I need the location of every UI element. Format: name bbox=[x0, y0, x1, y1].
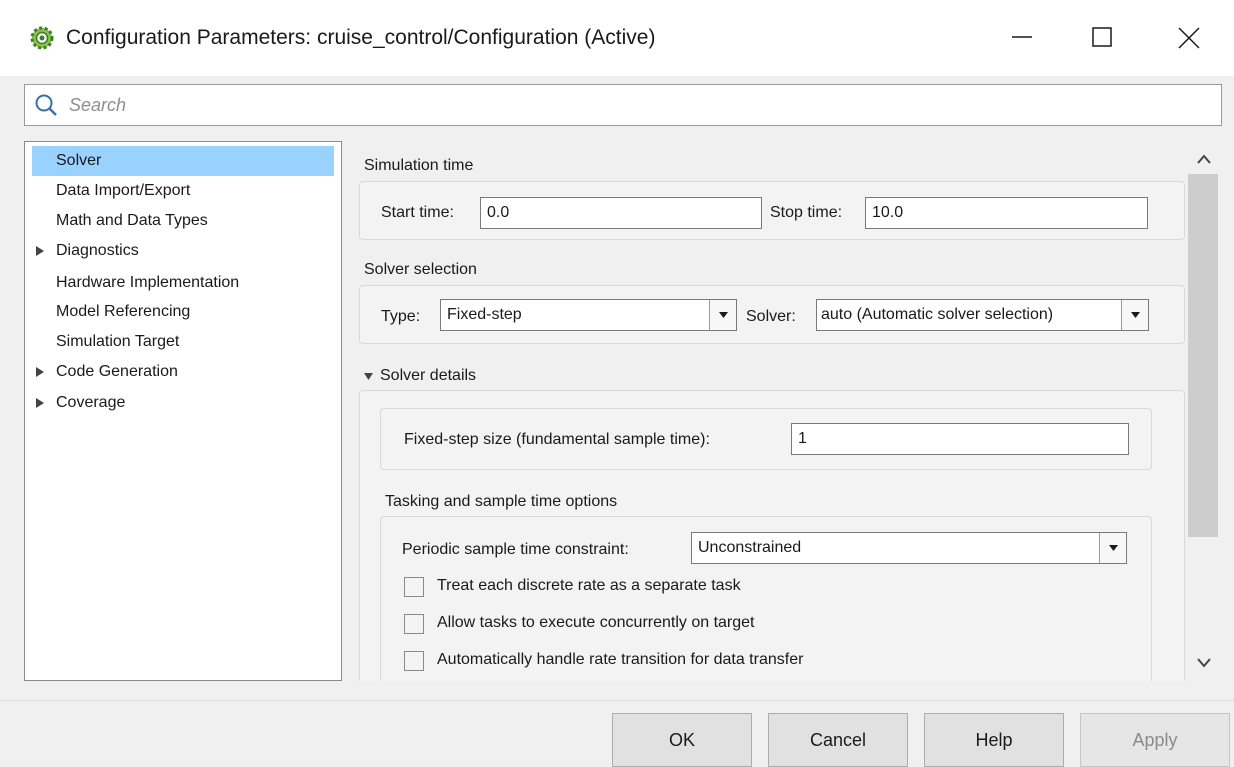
cancel-button[interactable]: Cancel bbox=[768, 713, 908, 767]
help-button[interactable]: Help bbox=[924, 713, 1064, 767]
checkbox-label: Automatically handle rate transition for… bbox=[437, 651, 804, 668]
solver-details-panel: Fixed-step size (fundamental sample time… bbox=[359, 390, 1185, 681]
checkbox-separate-task[interactable] bbox=[404, 577, 424, 597]
fixed-step-size-label: Fixed-step size (fundamental sample time… bbox=[404, 431, 710, 448]
expand-arrow-icon[interactable] bbox=[36, 367, 44, 377]
search-icon bbox=[34, 93, 58, 122]
tree-item-label: Model Referencing bbox=[56, 303, 191, 320]
gear-icon bbox=[30, 26, 54, 50]
window-title: Configuration Parameters: cruise_control… bbox=[66, 26, 656, 49]
periodic-constraint-dropdown[interactable]: Unconstrained bbox=[691, 532, 1127, 564]
solver-details-heading: Solver details bbox=[380, 367, 477, 384]
checkbox-row-separate-task[interactable]: Treat each discrete rate as a separate t… bbox=[404, 575, 904, 599]
fixed-step-panel: Fixed-step size (fundamental sample time… bbox=[380, 408, 1152, 470]
checkbox-concurrent-tasks[interactable] bbox=[404, 614, 424, 634]
scroll-down-icon[interactable] bbox=[1197, 658, 1211, 668]
dropdown-value: auto (Automatic solver selection) bbox=[821, 306, 1054, 323]
checkbox-label: Allow tasks to execute concurrently on t… bbox=[437, 614, 755, 631]
settings-pane: Simulation time Start time: Stop time: S… bbox=[346, 141, 1188, 681]
fixed-step-size-field[interactable] bbox=[791, 423, 1129, 455]
checkbox-rate-transition[interactable] bbox=[404, 651, 424, 671]
apply-button[interactable]: Apply bbox=[1080, 713, 1230, 767]
solver-dropdown[interactable]: auto (Automatic solver selection) bbox=[816, 299, 1149, 331]
tree-item-label: Simulation Target bbox=[56, 333, 180, 350]
chevron-down-icon[interactable] bbox=[1099, 533, 1126, 563]
dialog-footer: OK Cancel Help Apply bbox=[0, 700, 1234, 767]
collapse-arrow-icon bbox=[364, 373, 373, 380]
checkbox-label: Treat each discrete rate as a separate t… bbox=[437, 577, 741, 594]
tree-item-label: Data Import/Export bbox=[56, 182, 191, 199]
chevron-down-icon[interactable] bbox=[1121, 300, 1148, 330]
dropdown-value: Fixed-step bbox=[447, 306, 522, 323]
search-box[interactable] bbox=[24, 84, 1222, 126]
solver-label: Solver: bbox=[746, 308, 796, 325]
checkbox-row-concurrent-tasks[interactable]: Allow tasks to execute concurrently on t… bbox=[404, 612, 904, 636]
minimize-icon bbox=[1012, 36, 1032, 38]
stop-time-field[interactable] bbox=[865, 197, 1148, 229]
dropdown-value: Unconstrained bbox=[698, 539, 802, 556]
maximize-icon bbox=[1092, 27, 1112, 47]
expand-arrow-icon[interactable] bbox=[36, 398, 44, 408]
simulation-time-heading: Simulation time bbox=[364, 157, 474, 174]
solver-selection-panel: Type: Fixed-step Solver: auto (Automatic… bbox=[359, 285, 1185, 344]
close-button[interactable] bbox=[1168, 18, 1208, 56]
tree-item-solver[interactable]: Solver bbox=[32, 146, 334, 176]
tree-item-label: Solver bbox=[56, 152, 102, 169]
title-bar: Configuration Parameters: cruise_control… bbox=[0, 0, 1234, 76]
scroll-up-icon[interactable] bbox=[1197, 154, 1211, 164]
start-time-field[interactable] bbox=[480, 197, 762, 229]
checkbox-row-rate-transition[interactable]: Automatically handle rate transition for… bbox=[404, 649, 944, 673]
tree-item-label: Math and Data Types bbox=[56, 212, 208, 229]
scrollbar-thumb[interactable] bbox=[1188, 174, 1218, 537]
expand-arrow-icon[interactable] bbox=[36, 246, 44, 256]
tasking-heading: Tasking and sample time options bbox=[385, 493, 618, 510]
ok-button[interactable]: OK bbox=[612, 713, 752, 767]
start-time-label: Start time: bbox=[381, 204, 454, 221]
maximize-button[interactable] bbox=[1082, 18, 1122, 56]
periodic-constraint-label: Periodic sample time constraint: bbox=[402, 541, 629, 558]
tree-item-label: Diagnostics bbox=[56, 242, 139, 259]
tree-item-label: Coverage bbox=[56, 394, 126, 411]
type-label: Type: bbox=[381, 308, 421, 325]
search-input[interactable] bbox=[67, 91, 1207, 119]
close-icon bbox=[1178, 27, 1200, 49]
vertical-scrollbar[interactable] bbox=[1188, 141, 1218, 681]
solver-selection-heading: Solver selection bbox=[364, 261, 477, 278]
solver-details-toggle[interactable]: Solver details bbox=[364, 367, 564, 389]
simulation-time-panel: Start time: Stop time: bbox=[359, 181, 1185, 240]
category-tree: Solver Data Import/Export Math and Data … bbox=[24, 141, 342, 681]
tree-item-label: Code Generation bbox=[56, 363, 178, 380]
chevron-down-icon[interactable] bbox=[709, 300, 736, 330]
solver-type-dropdown[interactable]: Fixed-step bbox=[440, 299, 737, 331]
tree-item-label: Hardware Implementation bbox=[56, 274, 240, 291]
tasking-panel: Periodic sample time constraint: Unconst… bbox=[380, 516, 1152, 681]
stop-time-label: Stop time: bbox=[770, 204, 843, 221]
minimize-button[interactable] bbox=[1002, 18, 1042, 56]
